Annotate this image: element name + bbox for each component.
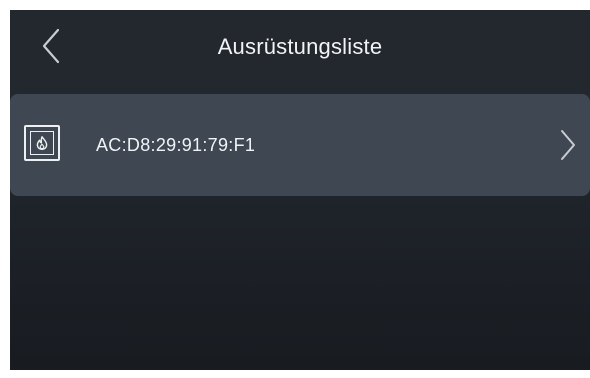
chevron-right-icon — [558, 127, 578, 163]
device-list-item[interactable]: AC:D8:29:91:79:F1 — [10, 94, 590, 196]
page-title: Ausrüstungsliste — [217, 34, 383, 59]
top-bar: Ausrüstungsliste — [10, 10, 590, 84]
device-mac-address: AC:D8:29:91:79:F1 — [96, 135, 256, 155]
app-screen: Ausrüstungsliste AC:D8:29:91:79:F1 — [10, 10, 590, 370]
fireplace-flame-icon — [24, 125, 60, 161]
